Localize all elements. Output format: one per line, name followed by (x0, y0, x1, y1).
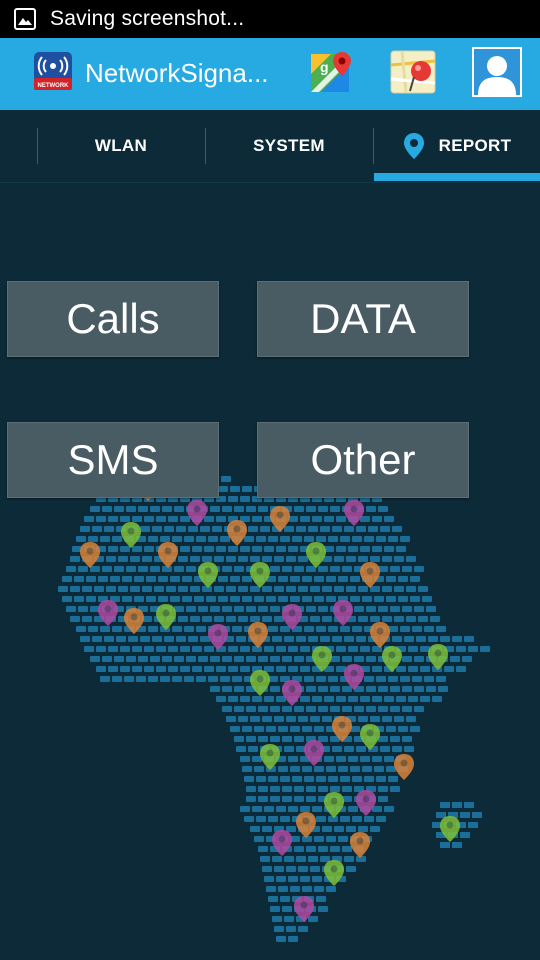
tab-system-label: SYSTEM (253, 136, 325, 155)
svg-text:g: g (320, 59, 329, 75)
map-pin-button[interactable] (388, 48, 438, 100)
data-button[interactable]: DATA (257, 281, 469, 357)
other-button[interactable]: Other (257, 422, 469, 498)
map-pin-icon (388, 47, 438, 102)
app-title: NetworkSigna... (85, 58, 269, 88)
tab-wlan-label: WLAN (94, 136, 148, 155)
google-maps-icon: g (307, 48, 353, 101)
tab-system[interactable]: SYSTEM (206, 110, 372, 182)
action-bar: NETWORK NetworkSigna... g (0, 38, 540, 110)
tab-report-label: REPORT (438, 136, 512, 155)
calls-label: Calls (66, 295, 160, 342)
report-content: Calls DATA SMS Other (0, 182, 540, 960)
app-logo-icon: NETWORK (34, 52, 72, 90)
tab-indicator (374, 173, 540, 181)
google-maps-button[interactable]: g (305, 48, 355, 100)
tab-report[interactable]: REPORT (374, 110, 540, 182)
sms-button[interactable]: SMS (7, 422, 219, 498)
data-label: DATA (310, 295, 416, 342)
account-icon (472, 46, 522, 102)
app-screen: Saving screenshot... NETWORK NetworkSign… (0, 0, 540, 960)
app-logo-label: NETWORK (38, 83, 70, 89)
image-icon (14, 8, 36, 30)
account-button[interactable] (472, 46, 522, 102)
tab-wlan[interactable]: WLAN (38, 110, 204, 182)
status-bar: Saving screenshot... (0, 0, 540, 38)
calls-button[interactable]: Calls (7, 281, 219, 357)
other-label: Other (310, 436, 416, 483)
status-text: Saving screenshot... (50, 7, 245, 30)
location-pin-icon (403, 132, 425, 160)
sms-label: SMS (67, 436, 159, 483)
